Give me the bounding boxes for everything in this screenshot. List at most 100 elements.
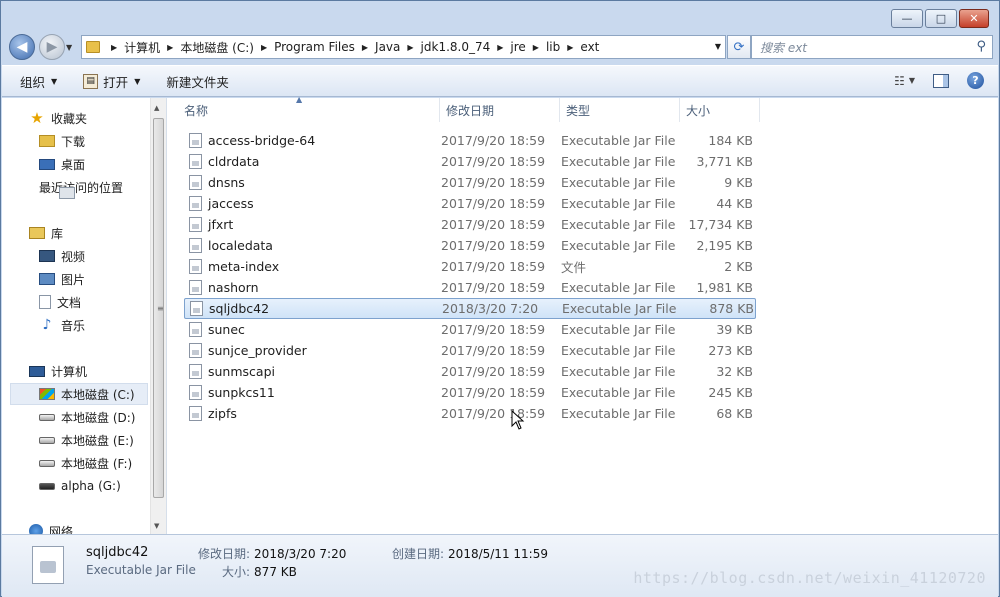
file-name: jaccess — [208, 196, 254, 211]
file-row[interactable]: sunpkcs11 2017/9/20 18:59 Executable Jar F… — [184, 382, 756, 403]
chevron-down-icon: ▼ — [51, 76, 58, 86]
nav-pictures[interactable]: 图片 — [2, 268, 150, 290]
file-row[interactable]: access-bridge-64 2017/9/20 18:59 Executabl… — [184, 130, 756, 151]
file-row[interactable]: sunec 2017/9/20 18:59 Executable Jar File 3… — [184, 319, 756, 340]
file-name-cell: sunmscapi — [184, 364, 441, 379]
minimize-icon: — — [901, 12, 913, 25]
file-date: 2017/9/20 18:59 — [441, 175, 546, 190]
file-row[interactable]: localedata 2017/9/20 18:59 Executable Jar … — [184, 235, 756, 256]
preview-pane-button[interactable] — [933, 73, 949, 88]
scrollbar-thumb[interactable]: ≡ — [153, 118, 164, 498]
breadcrumb-item[interactable]: Program Files — [274, 40, 355, 54]
sort-ascending-icon: ▲ — [296, 95, 303, 104]
nav-drive-f[interactable]: 本地磁盘 (F:) — [2, 452, 150, 474]
breadcrumb-separator-icon[interactable]: ▶ — [362, 43, 368, 52]
breadcrumb-separator-icon: ▶ — [111, 42, 118, 52]
breadcrumb-separator-icon[interactable]: ▶ — [167, 43, 173, 52]
column-header-type[interactable]: 类型 — [560, 98, 680, 122]
file-row[interactable]: cldrdata 2017/9/20 18:59 Executable Jar Fi… — [184, 151, 756, 172]
breadcrumb-separator-icon[interactable]: ▶ — [407, 43, 413, 52]
refresh-button[interactable]: ⟳ — [727, 35, 751, 59]
recent-pages-dropdown[interactable]: ▼ — [66, 43, 76, 53]
scroll-down-icon[interactable]: ▼ — [154, 522, 159, 530]
forward-button[interactable]: ▶ — [39, 34, 65, 60]
nav-computer[interactable]: 计算机 — [2, 360, 150, 382]
breadcrumb-separator-icon[interactable]: ▶ — [497, 43, 503, 52]
mouse-cursor-icon — [511, 410, 525, 430]
command-bar: 组织 ▼ ▤ 打开 ▼ 新建文件夹 ☷ ▼ ? — [2, 65, 998, 97]
address-bar[interactable]: ▶ 计算机 ▶ 本地磁盘 (C:) ▶ Program Files ▶ Java ▶ jdk1.… — [81, 35, 726, 59]
nav-recent-places[interactable]: 最近访问的位置 — [2, 176, 150, 199]
nav-desktop[interactable]: 桌面 — [2, 153, 150, 175]
address-dropdown-icon[interactable]: ▼ — [715, 42, 721, 51]
nav-libraries[interactable]: 库 — [2, 222, 150, 244]
nav-drive-g[interactable]: alpha (G:) — [2, 475, 150, 497]
file-date: 2017/9/20 18:59 — [441, 364, 546, 379]
refresh-icon: ⟳ — [733, 39, 745, 55]
breadcrumb-item[interactable]: 计算机 — [124, 39, 160, 56]
maximize-button[interactable]: □ — [925, 9, 957, 28]
scroll-up-icon[interactable]: ▲ — [154, 104, 159, 112]
file-row[interactable]: sunmscapi 2017/9/20 18:59 Executable Jar F… — [184, 361, 756, 382]
breadcrumb-item[interactable]: ext — [580, 40, 599, 54]
file-row[interactable]: nashorn 2017/9/20 18:59 Executable Jar Fil… — [184, 277, 756, 298]
back-button[interactable]: ◀ — [9, 34, 35, 60]
file-icon — [189, 343, 202, 358]
file-row[interactable]: meta-index 2017/9/20 18:59 文件 2 KB — [184, 256, 756, 277]
nav-network[interactable]: 网络 — [2, 520, 150, 534]
nav-documents[interactable]: 文档 — [2, 291, 150, 313]
search-input[interactable]: 搜索 ext ⚲ — [751, 35, 993, 59]
new-folder-button[interactable]: 新建文件夹 — [166, 72, 229, 91]
picture-icon — [39, 273, 55, 285]
file-size: 9 KB — [724, 175, 753, 190]
breadcrumb-separator-icon[interactable]: ▶ — [567, 43, 573, 52]
nav-downloads[interactable]: 下载 — [2, 130, 150, 152]
nav-favorites[interactable]: ★ 收藏夹 — [2, 107, 150, 129]
file-row[interactable]: jfxrt 2017/9/20 18:59 Executable Jar File 1… — [184, 214, 756, 235]
file-row[interactable]: jaccess 2017/9/20 18:59 Executable Jar Fil… — [184, 193, 756, 214]
nav-drive-c[interactable]: 本地磁盘 (C:) — [10, 383, 148, 405]
file-name: dnsns — [208, 175, 245, 190]
file-size: 1,981 KB — [696, 280, 753, 295]
nav-music[interactable]: ♪ 音乐 — [2, 314, 150, 336]
file-row[interactable]: dnsns 2017/9/20 18:59 Executable Jar File 9… — [184, 172, 756, 193]
minimize-button[interactable]: — — [891, 9, 923, 28]
breadcrumb-separator-icon[interactable]: ▶ — [261, 43, 267, 52]
breadcrumb-item[interactable]: lib — [546, 40, 560, 54]
close-button[interactable]: ✕ — [959, 9, 989, 28]
file-name-cell: zipfs — [184, 406, 441, 421]
nav-videos[interactable]: 视频 — [2, 245, 150, 267]
file-row[interactable]: sqljdbc42 2018/3/20 7:20 Executable Jar Fi… — [184, 298, 756, 319]
column-header-size[interactable]: 大小 — [680, 98, 760, 122]
organize-menu[interactable]: 组织 ▼ — [20, 72, 57, 91]
file-date: 2017/9/20 18:59 — [441, 385, 546, 400]
nav-label: 图片 — [61, 272, 86, 287]
nav-drive-d[interactable]: 本地磁盘 (D:) — [2, 406, 150, 428]
nav-drive-e[interactable]: 本地磁盘 (E:) — [2, 429, 150, 451]
column-header-name[interactable]: 名称 ▲ — [178, 95, 440, 122]
breadcrumb-item[interactable]: jre — [510, 40, 525, 54]
open-menu[interactable]: ▤ 打开 ▼ — [83, 72, 140, 91]
nav-label: 文档 — [57, 295, 82, 310]
drive-icon — [39, 436, 55, 444]
breadcrumb-item[interactable]: Java — [375, 40, 400, 54]
change-view-button[interactable]: ☷ ▼ — [894, 74, 915, 88]
search-icon[interactable]: ⚲ — [976, 39, 986, 54]
file-row[interactable]: zipfs 2017/9/20 18:59 Executable Jar File 6… — [184, 403, 756, 424]
breadcrumb-separator-icon[interactable]: ▶ — [533, 43, 539, 52]
file-name-cell: localedata — [184, 238, 441, 253]
nav-scrollbar[interactable]: ▲ ≡ ▼ — [150, 98, 166, 534]
column-label: 名称 — [184, 103, 209, 118]
file-name: nashorn — [208, 280, 259, 295]
breadcrumb-item[interactable]: jdk1.8.0_74 — [421, 40, 491, 54]
details-value: 877 KB — [254, 565, 297, 579]
nav-label: 本地磁盘 (C:) — [61, 387, 135, 402]
nav-label: 本地磁盘 (D:) — [61, 410, 136, 425]
back-arrow-icon: ◀ — [16, 39, 28, 55]
explorer-window: — □ ✕ ◀ ▶ ▼ ▶ 计算机 ▶ 本地磁盘 (C:) ▶ Program File… — [0, 0, 1000, 597]
file-row[interactable]: sunjce_provider 2017/9/20 18:59 Executable… — [184, 340, 756, 361]
breadcrumb-item[interactable]: 本地磁盘 (C:) — [180, 39, 254, 56]
help-button[interactable]: ? — [967, 72, 984, 89]
file-type: Executable Jar File — [561, 280, 676, 295]
column-header-date[interactable]: 修改日期 — [440, 98, 560, 122]
